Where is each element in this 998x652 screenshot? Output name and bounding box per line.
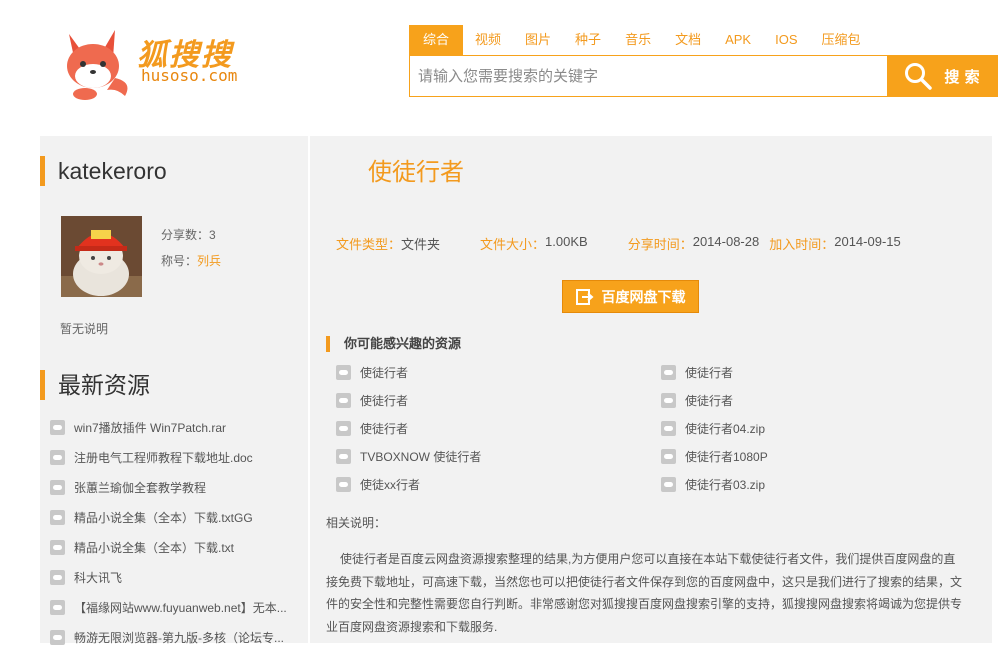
list-item[interactable]: 注册电气工程师教程下载地址.doc: [50, 442, 300, 472]
file-size-value: 1.00KB: [545, 234, 588, 249]
cloud-file-icon: [50, 419, 65, 435]
file-type-label: 文件类型：: [336, 237, 402, 252]
tab-document[interactable]: 文档: [663, 25, 713, 55]
sidebar: katekeroro 分享数：3 称号：列兵 暂无说明 最新资源 win7播放插: [40, 136, 310, 645]
add-time-value: 2014-09-15: [834, 234, 901, 249]
share-time-label: 分享时间：: [627, 237, 693, 252]
related-resources-title: 你可能感兴趣的资源: [326, 336, 461, 352]
user-meta: 分享数：3 称号：列兵: [161, 222, 221, 274]
related-item[interactable]: 使徒xx行者: [336, 470, 661, 498]
cloud-file-icon: [661, 364, 676, 380]
search-icon: [905, 63, 933, 90]
avatar-cat-image: [61, 216, 142, 297]
search-input[interactable]: [410, 56, 887, 96]
tab-video[interactable]: 视频: [463, 25, 513, 55]
avatar[interactable]: [61, 216, 142, 297]
cloud-file-icon: [336, 392, 351, 408]
related-item[interactable]: 使徒行者: [661, 386, 976, 414]
cloud-file-icon: [661, 420, 676, 436]
tab-music[interactable]: 音乐: [613, 25, 663, 55]
tab-apk[interactable]: APK: [713, 25, 763, 55]
logo-domain: husoso.com: [141, 66, 238, 85]
content-area: katekeroro 分享数：3 称号：列兵 暂无说明 最新资源 win7播放插: [40, 136, 992, 645]
tab-torrent[interactable]: 种子: [563, 25, 613, 55]
list-item[interactable]: win7播放插件 Win7Patch.rar: [50, 412, 300, 442]
latest-resources-title: 最新资源: [40, 370, 150, 400]
cloud-file-icon: [336, 420, 351, 436]
fox-logo-icon: [67, 30, 128, 100]
site-header: 狐搜搜 husoso.com 综合 视频 图片 种子 音乐 文档 APK IOS…: [0, 0, 998, 136]
cloud-file-icon: [50, 629, 65, 645]
list-item[interactable]: 【福缘网站www.fuyuanweb.net】无本...: [50, 592, 300, 622]
tab-ios[interactable]: IOS: [763, 25, 809, 55]
list-item[interactable]: 精品小说全集（全本）下载.txt: [50, 532, 300, 562]
description-text: 使徒行者是百度云网盘资源搜索整理的结果,为方便用户您可以直接在本站下载使徒行者文…: [326, 552, 963, 634]
search-category-tabs: 综合 视频 图片 种子 音乐 文档 APK IOS 压缩包: [409, 25, 873, 55]
download-button-label: 百度网盘下载: [601, 288, 686, 305]
tab-archive[interactable]: 压缩包: [810, 25, 873, 55]
cloud-file-icon: [661, 448, 676, 464]
user-rank: 称号：列兵: [161, 248, 221, 274]
related-item[interactable]: 使徒行者04.zip: [661, 414, 976, 442]
cloud-file-icon: [336, 448, 351, 464]
latest-resources-list: win7播放插件 Win7Patch.rar 注册电气工程师教程下载地址.doc…: [50, 412, 300, 652]
related-item[interactable]: 使徒行者: [336, 414, 661, 442]
list-item[interactable]: 张蕙兰瑜伽全套教学教程: [50, 472, 300, 502]
cloud-file-icon: [50, 569, 65, 585]
rank-label: 称号：: [161, 254, 198, 268]
file-title: 使徒行者: [368, 159, 464, 186]
related-item[interactable]: 使徒行者: [661, 358, 976, 386]
cloud-file-icon: [336, 364, 351, 380]
list-item[interactable]: 精品小说全集（全本）下载.txtGG: [50, 502, 300, 532]
search-button-label: 搜 索: [944, 67, 980, 86]
related-item[interactable]: TVBOXNOW 使徒行者: [336, 442, 661, 470]
rank-value[interactable]: 列兵: [197, 254, 221, 268]
share-time-value: 2014-08-28: [692, 234, 760, 249]
tab-all[interactable]: 综合: [409, 25, 464, 55]
share-count: 分享数：3: [161, 228, 216, 242]
file-type-value: 文件夹: [401, 237, 441, 252]
user-description: 暂无说明: [60, 322, 109, 336]
search-bar: 搜 索: [409, 55, 998, 97]
description-label: 相关说明：: [326, 516, 387, 530]
related-item[interactable]: 使徒行者03.zip: [661, 470, 976, 498]
related-item[interactable]: 使徒行者: [336, 386, 661, 414]
baidu-download-button[interactable]: 百度网盘下载: [562, 280, 699, 313]
cloud-file-icon: [336, 476, 351, 492]
search-button[interactable]: 搜 索: [887, 56, 997, 96]
tab-image[interactable]: 图片: [513, 25, 563, 55]
cloud-file-icon: [50, 539, 65, 555]
site-logo[interactable]: 狐搜搜 husoso.com: [55, 22, 245, 102]
related-item[interactable]: 使徒行者: [336, 358, 661, 386]
cloud-file-icon: [661, 476, 676, 492]
cloud-file-icon: [50, 449, 65, 465]
list-item[interactable]: 科大讯飞: [50, 562, 300, 592]
download-arrow-icon: [575, 288, 594, 305]
file-size-label: 文件大小：: [480, 237, 546, 252]
user-name[interactable]: katekeroro: [40, 156, 167, 186]
related-item[interactable]: 使徒行者1080P: [661, 442, 976, 470]
file-detail-panel: 使徒行者 文件类型： 文件夹 文件大小： 1.00KB 分享时间： 2014-0…: [312, 136, 992, 643]
related-resources-grid: 使徒行者 使徒行者 使徒行者 使徒行者 使徒行者 使徒行者04.zip TVBO…: [336, 358, 976, 498]
cloud-file-icon: [50, 599, 65, 615]
cloud-file-icon: [50, 509, 65, 525]
file-info-row: 文件类型： 文件夹 文件大小： 1.00KB 分享时间： 2014-08-28 …: [336, 234, 901, 253]
add-time-label: 加入时间：: [769, 237, 835, 252]
cloud-file-icon: [50, 479, 65, 495]
list-item[interactable]: 畅游无限浏览器-第九版-多核（论坛专...: [50, 622, 300, 652]
cloud-file-icon: [661, 392, 676, 408]
